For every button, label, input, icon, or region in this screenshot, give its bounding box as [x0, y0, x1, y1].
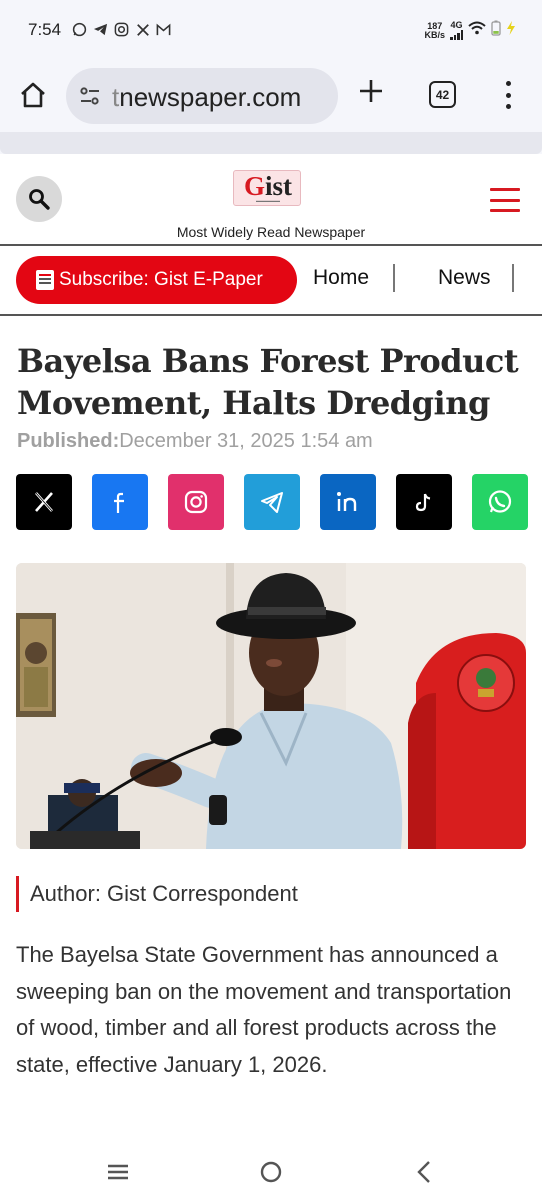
- instagram-icon: [114, 22, 129, 37]
- share-telegram-button[interactable]: [244, 474, 300, 530]
- share-buttons: [16, 474, 528, 530]
- whatsapp-icon: [72, 22, 87, 37]
- whatsapp-icon: [488, 490, 512, 513]
- battery-icon: [491, 20, 501, 41]
- telegram-icon: [261, 492, 283, 513]
- gmail-icon: [156, 22, 171, 37]
- tiktok-icon: [415, 493, 431, 512]
- charging-icon: [506, 21, 516, 40]
- status-right: 187 KB/s 4G: [424, 20, 516, 41]
- logo-tagline-mark: ▬▬▬▬▬▬: [256, 198, 280, 203]
- home-circle-icon: [260, 1161, 282, 1183]
- site-header: Gist ▬▬▬▬▬▬ Most Widely Read Newspaper: [0, 160, 542, 246]
- notification-icons: [72, 22, 171, 37]
- share-tiktok-button[interactable]: [396, 474, 452, 530]
- logo-text: Gist: [243, 171, 292, 201]
- back-chevron-icon: [417, 1161, 430, 1183]
- recent-apps-icon: [108, 1164, 128, 1180]
- x-icon: [35, 492, 53, 512]
- home-icon: [21, 82, 45, 108]
- nav-link-home[interactable]: Home: [313, 266, 369, 290]
- back-button[interactable]: [411, 1158, 439, 1186]
- subscribe-button[interactable]: Subscribe: Gist E-Paper: [16, 256, 297, 304]
- nav-separator: [393, 264, 395, 292]
- url-bar[interactable]: tnewspaper.com: [66, 68, 338, 124]
- status-time: 7:54: [28, 20, 62, 39]
- url-text[interactable]: tnewspaper.com: [112, 82, 301, 113]
- tab-switcher-button[interactable]: 42: [429, 81, 456, 108]
- search-icon: [29, 189, 50, 210]
- nav-link-news[interactable]: News: [438, 266, 491, 290]
- signal-indicator: 4G: [450, 21, 463, 40]
- search-button[interactable]: [16, 176, 62, 222]
- new-tab-button[interactable]: [358, 76, 384, 110]
- subscribe-label: Subscribe: Gist E-Paper: [59, 269, 263, 290]
- main-nav: Subscribe: Gist E-Paper Home News: [0, 248, 542, 316]
- article-author: Author: Gist Correspondent: [16, 876, 298, 912]
- article-image: [16, 563, 526, 849]
- article-photo[interactable]: [16, 563, 526, 849]
- instagram-icon: [184, 490, 208, 514]
- published-date: Published:December 31, 2025 1:54 am: [17, 430, 373, 452]
- share-x-button[interactable]: [16, 474, 72, 530]
- plus-icon: [360, 80, 382, 102]
- telegram-icon: [93, 22, 108, 37]
- share-whatsapp-button[interactable]: [472, 474, 528, 530]
- net-speed: 187 KB/s: [424, 20, 445, 40]
- signal-icon: [450, 30, 463, 40]
- article-body: The Bayelsa State Government has announc…: [16, 942, 512, 1077]
- facebook-icon: [114, 492, 124, 513]
- system-navigation-bar: [0, 1142, 542, 1200]
- newspaper-icon: [36, 270, 54, 290]
- toolbar-divider: [0, 132, 542, 154]
- share-instagram-button[interactable]: [168, 474, 224, 530]
- article-headline: Bayelsa Bans Forest Product Movement, Ha…: [17, 342, 519, 422]
- share-linkedin-button[interactable]: [320, 474, 376, 530]
- site-tagline: Most Widely Read Newspaper: [176, 224, 366, 240]
- hamburger-menu-icon[interactable]: [490, 188, 520, 212]
- overflow-menu-button[interactable]: [500, 81, 516, 109]
- site-logo[interactable]: Gist ▬▬▬▬▬▬: [233, 170, 301, 206]
- browser-toolbar: tnewspaper.com 42: [0, 62, 542, 132]
- linkedin-icon: [337, 492, 357, 511]
- x-icon: [135, 22, 150, 37]
- recent-apps-button[interactable]: [104, 1158, 132, 1186]
- site-settings-icon[interactable]: [78, 84, 102, 108]
- wifi-icon: [468, 21, 486, 40]
- status-bar: 7:54 187 KB/s 4G: [0, 0, 542, 62]
- share-facebook-button[interactable]: [92, 474, 148, 530]
- home-nav-button[interactable]: [257, 1158, 285, 1186]
- home-button[interactable]: [18, 80, 48, 110]
- nav-separator: [512, 264, 514, 292]
